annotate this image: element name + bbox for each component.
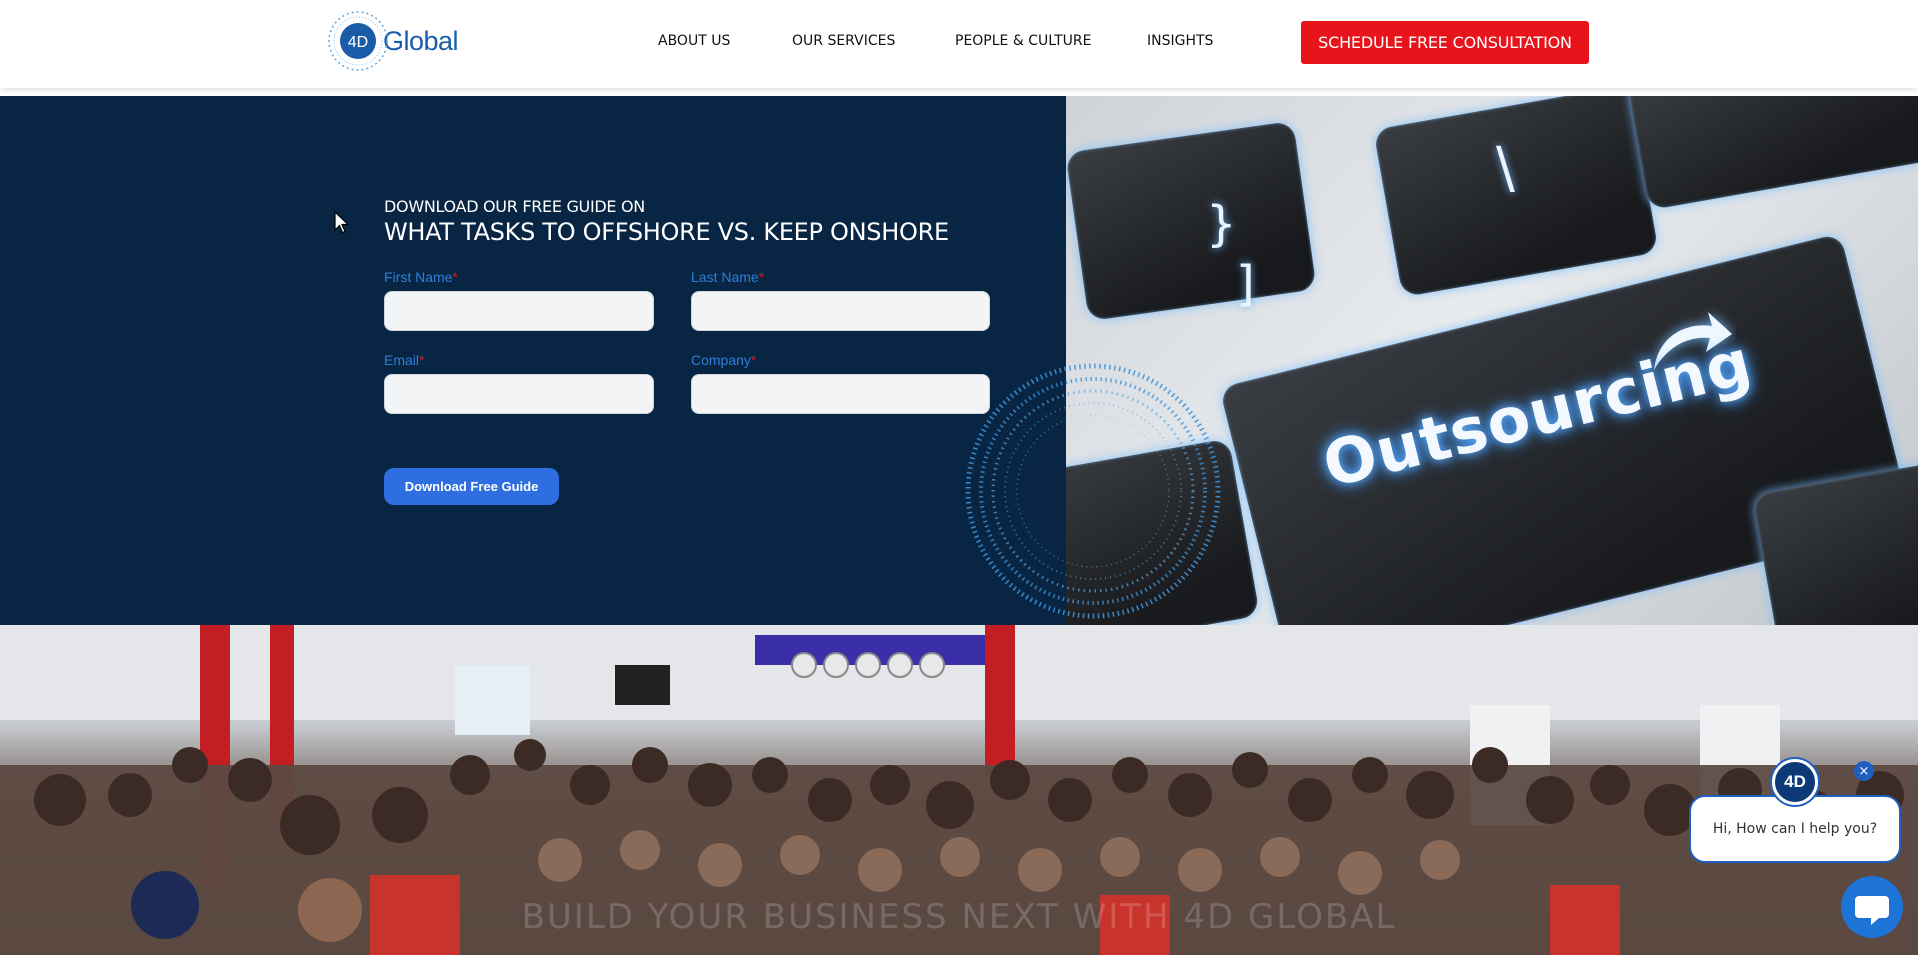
schedule-consultation-button[interactable]: SCHEDULE FREE CONSULTATION (1301, 21, 1589, 64)
chat-avatar: 4D (1772, 759, 1818, 805)
first-name-label: First Name* (384, 269, 458, 285)
keyboard-key (1626, 96, 1918, 211)
email-label: Email* (384, 352, 425, 368)
last-name-label: Last Name* (691, 269, 765, 285)
keyboard-key (1373, 96, 1659, 298)
nav-about-us[interactable]: ABOUT US (658, 33, 730, 49)
chat-bubble-icon (1855, 896, 1889, 925)
keyboard-key (1066, 438, 1260, 625)
guide-form-section (0, 96, 1066, 625)
company-label: Company* (691, 352, 757, 368)
brace-key-glyph: } (1206, 196, 1237, 252)
chat-close-icon[interactable]: × (1854, 761, 1874, 781)
chat-greeting-bubble[interactable]: Hi, How can I help you? (1689, 795, 1901, 863)
mouse-pointer-icon (334, 211, 350, 234)
site-header: 4D Global ABOUT US OUR SERVICES PEOPLE &… (0, 0, 1918, 88)
photo-caption: BUILD YOUR BUSINESS NEXT WITH 4D GLOBAL (521, 897, 1397, 937)
team-photo: BUILD YOUR BUSINESS NEXT WITH 4D GLOBAL (0, 625, 1918, 955)
backslash-key-glyph: \ (1496, 136, 1515, 201)
download-guide-button[interactable]: Download Free Guide (384, 468, 559, 505)
outsourcing-keyboard-image: } ] \ Outsourcing (1066, 96, 1918, 625)
nav-our-services[interactable]: OUR SERVICES (792, 33, 895, 49)
globe-logo-icon: 4D (327, 10, 389, 72)
bracket-key-glyph: ] (1236, 256, 1255, 312)
form-headline: WHAT TASKS TO OFFSHORE VS. KEEP ONSHORE (384, 218, 949, 246)
nav-people-culture[interactable]: PEOPLE & CULTURE (955, 33, 1091, 49)
form-overline: DOWNLOAD OUR FREE GUIDE ON (384, 197, 645, 216)
keyboard-key (1066, 120, 1317, 322)
email-field[interactable] (384, 374, 654, 414)
nav-insights[interactable]: INSIGHTS (1147, 33, 1213, 49)
svg-text:4D: 4D (348, 34, 368, 51)
logo-wordmark: Global (383, 25, 459, 56)
last-name-field[interactable] (691, 291, 990, 331)
first-name-field[interactable] (384, 291, 654, 331)
site-logo[interactable]: 4D Global (327, 8, 459, 74)
company-field[interactable] (691, 374, 990, 414)
chat-launcher-button[interactable] (1841, 876, 1903, 938)
